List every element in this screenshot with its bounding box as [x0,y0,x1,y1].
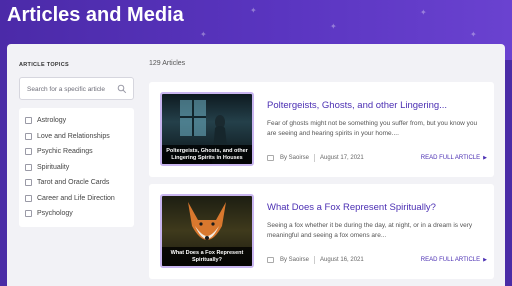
topic-checkbox[interactable] [25,148,32,156]
arrow-right-icon: ▶ [483,155,487,161]
sparkle-icon: ✦ [470,30,477,39]
sparkle-icon: ✦ [200,30,207,39]
meta-divider [314,154,316,162]
topic-item-astrology[interactable]: Astrology [25,113,128,129]
sparkle-icon: ✦ [330,22,337,31]
author-icon [267,155,274,161]
topic-label: Tarot and Oracle Cards [37,179,110,187]
search-icon[interactable] [117,84,127,94]
search-input[interactable] [27,84,115,95]
page-title: Articles and Media [7,4,184,26]
topic-label: Love and Relationships [37,132,110,140]
topic-label: Astrology [37,117,67,125]
article-card: Poltergeists, Ghosts, and other Lingerin… [149,82,494,177]
article-title[interactable]: Poltergeists, Ghosts, and other Lingerin… [267,100,487,111]
topic-item-spirituality[interactable]: Spirituality [25,160,128,176]
topic-label: Psychic Readings [37,148,93,156]
search-box[interactable] [19,77,134,100]
article-author: By Saoirse [280,257,310,263]
article-excerpt: Seeing a fox whether it be during the da… [267,222,473,239]
read-more-label: READ FULL ARTICLE [420,257,481,263]
topic-checkbox[interactable] [25,132,32,140]
topic-item-love-and-relationships[interactable]: Love and Relationships [25,129,128,145]
read-full-article-link[interactable]: READ FULL ARTICLE ▶ [421,257,487,263]
meta-divider [314,256,316,264]
sparkle-icon: ✦ [420,8,427,17]
topic-label: Psychology [37,210,73,218]
topic-checkbox[interactable] [25,179,32,187]
article-date: August 17, 2021 [320,155,364,161]
article-meta: By Saoirse August 16, 2021 READ FULL ART… [267,255,487,265]
article-thumbnail[interactable]: What Does a Fox Represent Spiritually? [160,194,254,268]
topic-list: Astrology Love and Relationships Psychic… [19,108,134,227]
topic-item-psychic-readings[interactable]: Psychic Readings [25,144,128,160]
author-icon [267,257,274,263]
article-count: 129 Articles [149,60,186,67]
thumbnail-caption: Poltergeists, Ghosts, and other Lingerin… [162,145,252,164]
topic-checkbox[interactable] [25,117,32,125]
topic-checkbox[interactable] [25,210,32,218]
article-title[interactable]: What Does a Fox Represent Spiritually? [267,202,487,213]
topic-label: Spirituality [37,163,70,171]
content-panel: ARTICLE TOPICS Astrology Love and Relati… [7,44,505,286]
topic-checkbox[interactable] [25,194,32,202]
article-meta: By Saoirse August 17, 2021 READ FULL ART… [267,153,487,163]
topic-item-tarot-and-oracle-cards[interactable]: Tarot and Oracle Cards [25,175,128,191]
sparkle-icon: ✦ [250,6,257,15]
read-full-article-link[interactable]: READ FULL ARTICLE ▶ [421,155,487,161]
article-excerpt: Fear of ghosts might not be something yo… [267,120,478,137]
arrow-right-icon: ▶ [483,257,487,263]
topic-item-psychology[interactable]: Psychology [25,206,128,222]
thumbnail-caption: What Does a Fox Represent Spiritually? [162,247,252,266]
topic-checkbox[interactable] [25,163,32,171]
topic-label: Career and Life Direction [37,194,115,202]
read-more-label: READ FULL ARTICLE [420,155,481,161]
article-card: What Does a Fox Represent Spiritually? W… [149,184,494,279]
topic-item-career-and-life-direction[interactable]: Career and Life Direction [25,191,128,207]
article-date: August 16, 2021 [320,257,364,263]
sidebar: ARTICLE TOPICS Astrology Love and Relati… [19,62,134,227]
sidebar-heading: ARTICLE TOPICS [19,62,69,68]
article-thumbnail[interactable]: Poltergeists, Ghosts, and other Lingerin… [160,92,254,166]
article-author: By Saoirse [280,155,310,161]
